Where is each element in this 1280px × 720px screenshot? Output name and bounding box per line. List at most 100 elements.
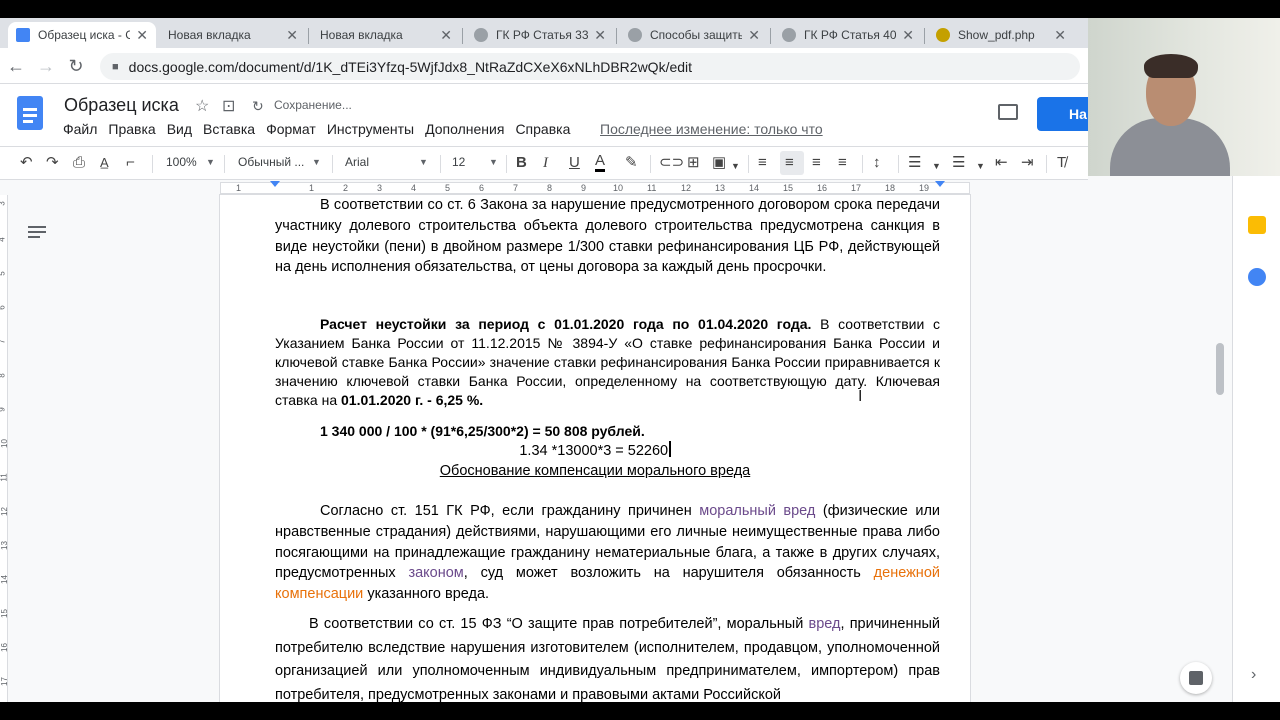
section-heading: Обоснование компенсации морального вреда bbox=[439, 463, 751, 479]
chevron-right-icon[interactable]: › bbox=[1251, 666, 1256, 684]
bold-icon[interactable]: B bbox=[516, 153, 527, 173]
forward-icon[interactable]: → bbox=[36, 56, 56, 76]
ruler-mark: 2 bbox=[343, 183, 349, 193]
italic-icon[interactable]: I bbox=[543, 153, 548, 173]
add-comment-icon[interactable]: ⊞ bbox=[687, 153, 700, 173]
webcam-person-hair bbox=[1144, 54, 1198, 78]
docs-icon bbox=[16, 28, 30, 42]
tab-title: Новая вкладка bbox=[320, 28, 403, 42]
indent-marker-icon[interactable] bbox=[270, 181, 280, 187]
close-icon[interactable]: ✕ bbox=[136, 27, 148, 44]
text-color-icon[interactable]: A bbox=[595, 153, 606, 172]
paint-format-icon[interactable]: ⌐ bbox=[126, 153, 135, 173]
letterbox-top bbox=[0, 0, 1280, 18]
align-center-icon[interactable]: ≡ bbox=[785, 153, 794, 173]
menu-help[interactable]: Справка bbox=[515, 121, 570, 137]
increase-indent-icon[interactable]: ⇥ bbox=[1021, 153, 1034, 173]
underline-icon[interactable]: U bbox=[569, 153, 580, 173]
close-icon[interactable]: ✕ bbox=[748, 27, 760, 44]
ruler-mark: 14 bbox=[749, 183, 760, 193]
chevron-down-icon[interactable]: ▼ bbox=[976, 156, 985, 176]
close-icon[interactable]: ✕ bbox=[1054, 27, 1066, 44]
decrease-indent-icon[interactable]: ⇤ bbox=[995, 153, 1008, 173]
side-panel: › bbox=[1232, 176, 1280, 702]
vruler-mark: 11 bbox=[0, 473, 9, 482]
align-right-icon[interactable]: ≡ bbox=[812, 153, 821, 173]
tab-1[interactable]: Новая вкладка ✕ bbox=[160, 22, 306, 48]
tab-0[interactable]: Образец иска - G ✕ bbox=[8, 22, 156, 48]
clear-formatting-icon[interactable]: T̸ bbox=[1057, 153, 1066, 173]
explore-button[interactable] bbox=[1180, 662, 1212, 694]
font-select[interactable]: Arial ▼ bbox=[345, 155, 433, 169]
paragraph-text: В соответствии со ст. 15 ФЗ “О защите пр… bbox=[309, 616, 809, 632]
keep-icon[interactable] bbox=[1248, 216, 1266, 234]
close-icon[interactable]: ✕ bbox=[286, 27, 298, 44]
zoom-select[interactable]: 100% ▼ bbox=[166, 155, 216, 169]
tasks-icon[interactable] bbox=[1248, 268, 1266, 286]
last-edit-link[interactable]: Последнее изменение: только что bbox=[600, 121, 823, 137]
tab-2[interactable]: Новая вкладка ✕ bbox=[312, 22, 460, 48]
menu-addons[interactable]: Дополнения bbox=[425, 121, 504, 137]
highlight-icon[interactable]: ✎ bbox=[625, 153, 638, 173]
menu-file[interactable]: Файл bbox=[63, 121, 97, 137]
vruler-mark: 9 bbox=[0, 407, 7, 411]
close-icon[interactable]: ✕ bbox=[440, 27, 452, 44]
document-page[interactable]: В соответствии со ст. 6 Закона за наруше… bbox=[220, 195, 970, 703]
numbered-list-icon[interactable]: ☰ bbox=[908, 153, 921, 173]
tab-6[interactable]: Show_pdf.php ✕ bbox=[928, 22, 1074, 48]
chevron-down-icon[interactable]: ▼ bbox=[731, 156, 740, 176]
spellcheck-icon[interactable]: A̲ bbox=[100, 153, 109, 173]
paragraph-penalty-calculation: Расчет неустойки за период с 01.01.2020 … bbox=[275, 315, 940, 410]
ruler-mark: 10 bbox=[613, 183, 624, 193]
document-outline-icon[interactable] bbox=[28, 226, 46, 240]
line-spacing-icon[interactable]: ↕ bbox=[873, 153, 881, 173]
close-icon[interactable]: ✕ bbox=[594, 27, 606, 44]
scrollbar-thumb[interactable] bbox=[1216, 343, 1224, 395]
undo-icon[interactable]: ↶ bbox=[20, 153, 33, 173]
bold-heading: Расчет неустойки за период с 01.01.2020 … bbox=[320, 316, 812, 332]
tab-3[interactable]: ГК РФ Статья 333 ✕ bbox=[466, 22, 614, 48]
address-bar[interactable]: ■ docs.google.com/document/d/1K_dTEi3Yfz… bbox=[100, 53, 1080, 80]
chevron-down-icon: ▼ bbox=[419, 157, 428, 167]
paragraph-text: , суд может возложить на нарушителя обяз… bbox=[463, 565, 874, 582]
insert-image-icon[interactable]: ▣ bbox=[712, 153, 726, 173]
saving-status: Сохранение... bbox=[274, 98, 352, 112]
harm-link[interactable]: вред bbox=[809, 616, 841, 632]
paragraph-text: указанного вреда. bbox=[363, 586, 490, 603]
redo-icon[interactable]: ↷ bbox=[46, 153, 59, 173]
chevron-down-icon[interactable]: ▼ bbox=[932, 156, 941, 176]
reload-icon[interactable]: ↻ bbox=[66, 56, 86, 76]
ruler-mark: 16 bbox=[817, 183, 828, 193]
toolbar-divider bbox=[332, 155, 333, 173]
screen: Образец иска - G ✕ Новая вкладка ✕ Новая… bbox=[0, 0, 1280, 720]
back-icon[interactable]: ← bbox=[6, 56, 26, 76]
menu-format[interactable]: Формат bbox=[266, 121, 316, 137]
close-icon[interactable]: ✕ bbox=[902, 27, 914, 44]
style-select[interactable]: Обычный ... ▼ bbox=[238, 155, 324, 169]
tab-4[interactable]: Способы защиты ✕ bbox=[620, 22, 768, 48]
bulleted-list-icon[interactable]: ☰ bbox=[952, 153, 965, 173]
menu-edit[interactable]: Правка bbox=[108, 121, 155, 137]
comment-icon[interactable] bbox=[998, 104, 1018, 120]
align-justify-icon[interactable]: ≡ bbox=[838, 153, 847, 173]
align-left-icon[interactable]: ≡ bbox=[758, 153, 767, 173]
right-indent-marker-icon[interactable] bbox=[935, 181, 945, 187]
document-title[interactable]: Образец иска bbox=[64, 95, 179, 116]
ruler-bar[interactable]: 1 1 2 3 4 5 6 7 8 9 10 11 12 13 14 15 16… bbox=[220, 181, 970, 194]
tab-5[interactable]: ГК РФ Статья 401 ✕ bbox=[774, 22, 922, 48]
menu-view[interactable]: Вид bbox=[167, 121, 192, 137]
link-icon[interactable]: ⊂⊃ bbox=[659, 153, 684, 173]
menu-insert[interactable]: Вставка bbox=[203, 121, 255, 137]
docs-logo-icon[interactable] bbox=[17, 96, 43, 130]
formula-text: 1 340 000 / 100 * (91*6,25/300*2) = 50 8… bbox=[320, 423, 645, 439]
font-size-select[interactable]: 12 ▼ bbox=[452, 155, 502, 169]
move-folder-icon[interactable]: ⊡ bbox=[222, 96, 235, 116]
vruler-mark: 6 bbox=[0, 305, 7, 309]
menu-tools[interactable]: Инструменты bbox=[327, 121, 414, 137]
moral-harm-link[interactable]: моральный вред bbox=[699, 503, 815, 519]
print-icon[interactable]: ⎙ bbox=[73, 153, 85, 173]
tab-title: Новая вкладка bbox=[168, 28, 251, 42]
mouse-cursor-icon: I bbox=[858, 388, 863, 405]
law-link[interactable]: законом bbox=[408, 565, 463, 581]
star-icon[interactable]: ☆ bbox=[195, 96, 209, 116]
